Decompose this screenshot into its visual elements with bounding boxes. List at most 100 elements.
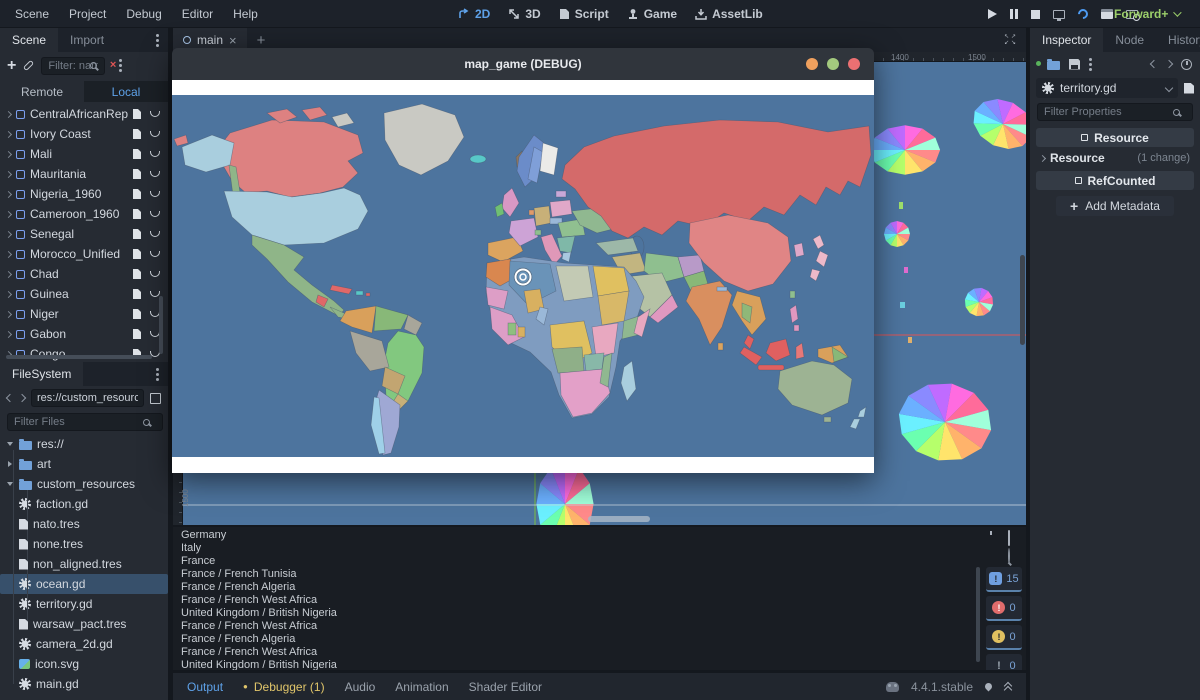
fold-icon[interactable] (5, 440, 14, 449)
file-row[interactable]: camera_2d.gd (0, 634, 168, 654)
scene-tree-node[interactable]: Gabon (0, 324, 168, 344)
close-button[interactable] (848, 58, 860, 70)
tab-3d[interactable]: 3D (508, 7, 540, 21)
script-icon[interactable] (133, 289, 141, 299)
file-row[interactable]: territory.gd (0, 594, 168, 614)
visibility-icon[interactable] (150, 191, 160, 197)
tab-assetlib[interactable]: AssetLib (695, 7, 763, 21)
viewport-hscrollbar[interactable] (588, 516, 650, 522)
clear-output-button[interactable] (986, 531, 1000, 544)
menu-item[interactable]: Editor (173, 3, 222, 25)
script-icon[interactable] (133, 149, 141, 159)
visibility-icon[interactable] (150, 151, 160, 157)
tab-node[interactable]: Node (1103, 28, 1156, 52)
scene-tree-node[interactable]: Niger (0, 304, 168, 324)
visibility-icon[interactable] (150, 271, 160, 277)
renderer-selector[interactable]: Forward+ (1114, 0, 1179, 28)
scene-tree-scrollbar[interactable] (159, 296, 163, 354)
tab-2d[interactable]: 2D (458, 7, 490, 21)
scene-tree-node[interactable]: Morocco_Unified (0, 244, 168, 264)
open-docs-button[interactable] (1184, 83, 1194, 94)
file-row[interactable]: res:// (0, 434, 168, 454)
chevron-right-icon[interactable] (5, 230, 12, 237)
log-filter-toggle[interactable]: ! 15 (986, 567, 1022, 592)
script-icon[interactable] (133, 329, 141, 339)
scene-tree-node[interactable]: Ivory Coast (0, 124, 168, 144)
file-row[interactable]: none.tres (0, 534, 168, 554)
forward-icon[interactable] (18, 394, 26, 402)
scene-tree-node[interactable]: Congo (0, 344, 168, 362)
visibility-icon[interactable] (150, 211, 160, 217)
tab-inspector[interactable]: Inspector (1030, 28, 1103, 52)
chevron-right-icon[interactable] (5, 190, 12, 197)
log-filter-toggle[interactable]: ! 0 (986, 596, 1022, 621)
close-icon[interactable]: × (229, 33, 237, 48)
tab-import[interactable]: Import (58, 28, 116, 52)
file-row[interactable]: custom_resources (0, 474, 168, 494)
local-tab[interactable]: Local (84, 81, 168, 102)
chevron-right-icon[interactable] (5, 210, 12, 217)
pin-panel-icon[interactable] (984, 682, 994, 692)
remote-debug-icon[interactable] (1053, 10, 1065, 19)
scene-tree-node[interactable]: Nigeria_1960 (0, 184, 168, 204)
tab-history[interactable]: History (1156, 28, 1200, 52)
script-icon[interactable] (133, 189, 141, 199)
file-row[interactable]: nato.tres (0, 514, 168, 534)
expand-panel-icon[interactable] (1004, 683, 1012, 691)
scene-tree-node[interactable]: Chad (0, 264, 168, 284)
search-output-icon[interactable] (1008, 549, 1022, 562)
chevron-right-icon[interactable] (5, 270, 12, 277)
visibility-icon[interactable] (150, 131, 160, 137)
menu-item[interactable]: Scene (6, 3, 58, 25)
minimize-button[interactable] (806, 58, 818, 70)
reload-button[interactable] (1076, 7, 1090, 21)
script-icon[interactable] (133, 269, 141, 279)
scene-tree-node[interactable]: Guinea (0, 284, 168, 304)
scene-tree-node[interactable]: Senegal (0, 224, 168, 244)
pause-button[interactable] (1010, 9, 1018, 19)
resource-category[interactable]: Resource (1036, 128, 1194, 147)
chevron-right-icon[interactable] (5, 130, 12, 137)
chevron-right-icon[interactable] (5, 310, 12, 317)
remote-tab[interactable]: Remote (0, 81, 84, 102)
load-resource-button[interactable] (1047, 61, 1060, 70)
visibility-icon[interactable] (150, 111, 160, 117)
chevron-right-icon[interactable] (5, 330, 12, 337)
chevron-right-icon[interactable] (5, 250, 12, 257)
add-metadata-button[interactable]: + Add Metadata (1056, 196, 1174, 216)
back-icon[interactable] (6, 394, 14, 402)
fullscreen-icon[interactable]: ↖↗↙↘ (1004, 34, 1018, 46)
log-filter-toggle[interactable]: ! 0 (986, 654, 1022, 670)
filesystem-menu-icon[interactable] (156, 373, 159, 376)
visibility-icon[interactable] (150, 251, 160, 257)
script-icon[interactable] (133, 169, 141, 179)
scene-tree-node[interactable]: Mauritania (0, 164, 168, 184)
history-back-icon[interactable] (1150, 60, 1158, 68)
copy-output-button[interactable] (1008, 531, 1022, 544)
file-row[interactable]: art (0, 454, 168, 474)
refcounted-category[interactable]: RefCounted (1036, 171, 1194, 190)
script-icon[interactable] (133, 109, 141, 119)
filter-properties-input[interactable] (1037, 103, 1193, 121)
script-icon[interactable] (133, 129, 141, 139)
file-row[interactable]: non_aligned.tres (0, 554, 168, 574)
resource-menu-icon[interactable] (1089, 63, 1092, 66)
tab-filesystem[interactable]: FileSystem (0, 362, 83, 386)
file-row[interactable]: warsaw_pact.tres (0, 614, 168, 634)
chevron-right-icon[interactable] (5, 170, 12, 177)
maximize-button[interactable] (827, 58, 839, 70)
file-row[interactable]: faction.gd (0, 494, 168, 514)
path-input[interactable] (31, 389, 144, 407)
scene-tree-hscrollbar[interactable] (6, 355, 152, 359)
script-icon[interactable] (133, 309, 141, 319)
bottom-panel-tab[interactable]: Animation (385, 680, 458, 694)
bottom-panel-tab[interactable]: Output (177, 680, 233, 694)
scene-tree-node[interactable]: Cameroon_1960 (0, 204, 168, 224)
file-row[interactable]: main.gd (0, 674, 168, 694)
menu-item[interactable]: Project (60, 3, 115, 25)
game-window-titlebar[interactable]: map_game (DEBUG) (172, 48, 874, 80)
filter-list-icon[interactable] (986, 549, 1000, 562)
scene-tree-menu-icon[interactable] (119, 64, 122, 67)
game-view[interactable] (172, 80, 874, 473)
instance-scene-button[interactable] (23, 60, 34, 71)
